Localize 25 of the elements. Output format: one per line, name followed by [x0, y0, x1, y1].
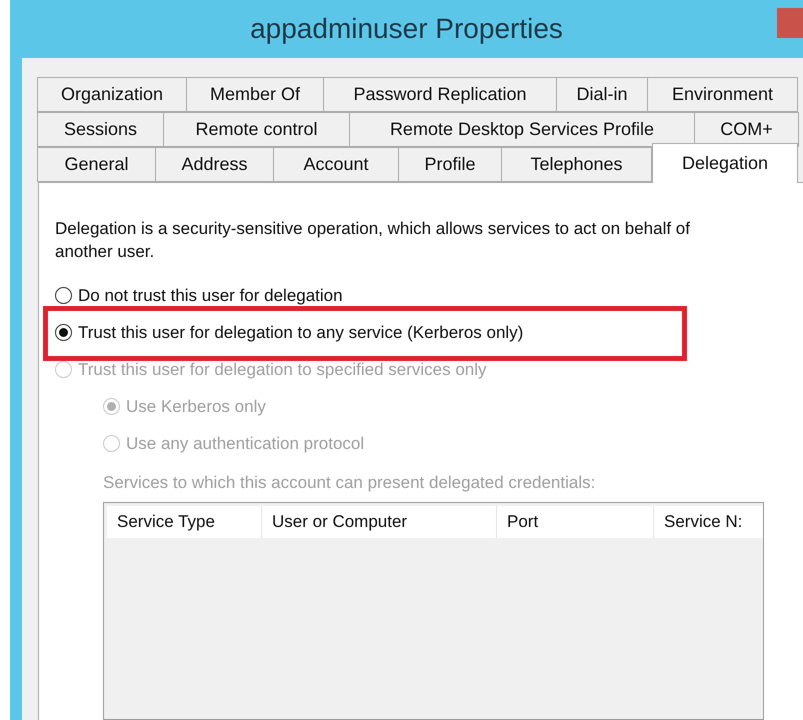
tab[interactable]: Remote Desktop Services Profile — [349, 112, 695, 147]
tab[interactable]: Password Replication — [323, 77, 557, 112]
column-header[interactable]: Service Type — [107, 506, 262, 538]
column-header[interactable]: User or Computer — [262, 506, 497, 538]
tab[interactable]: Dial-in — [556, 77, 648, 112]
tab[interactable]: Remote control — [163, 112, 350, 147]
tab[interactable]: Profile — [398, 147, 502, 182]
tab[interactable]: Delegation — [652, 143, 798, 183]
tab[interactable]: Organization — [37, 77, 187, 112]
tab[interactable]: Telephones — [501, 147, 652, 182]
tab[interactable]: General — [37, 147, 156, 182]
radio-button[interactable] — [55, 324, 72, 341]
column-header[interactable]: Port — [497, 506, 654, 538]
column-header[interactable]: Service N: — [654, 506, 763, 538]
window-title: appadminuser Properties — [250, 12, 563, 46]
radio-button[interactable] — [55, 287, 72, 304]
tab[interactable]: Address — [155, 147, 274, 182]
tab[interactable]: Member Of — [186, 77, 324, 112]
description-text: Delegation is a security-sensitive operation, which allows services to act on behalf of another user. — [55, 218, 691, 263]
radio-option[interactable]: Trust this user for delegation to any service (Kerberos only) — [55, 320, 524, 346]
tab[interactable]: Account — [273, 147, 399, 182]
tab[interactable]: Sessions — [37, 112, 164, 147]
radio-option[interactable]: Do not trust this user for delegation — [55, 282, 343, 308]
services-label: Services to which this account can present delegated credentials: — [103, 472, 596, 494]
tab[interactable]: Environment — [647, 77, 798, 112]
